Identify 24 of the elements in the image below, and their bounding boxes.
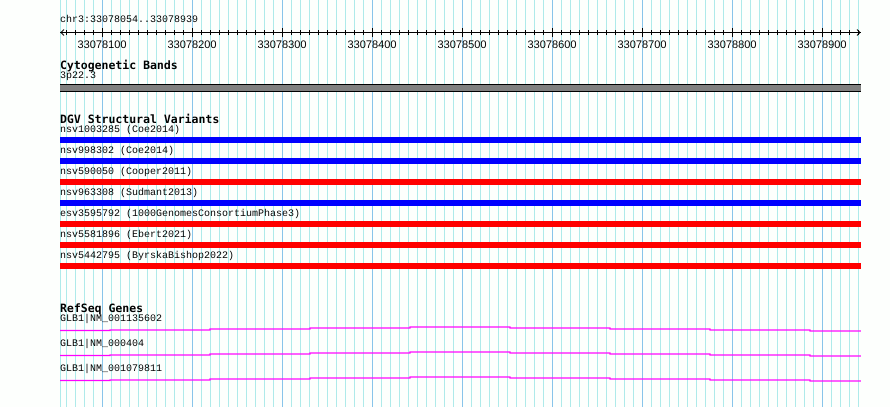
tick-label: 33078700 [618,39,666,51]
tick-label: 33078100 [78,39,126,51]
track-title: Cytogenetic Bands [60,59,178,71]
location-label: chr3:33078054..33078939 [60,15,198,27]
feature-label: esv3595792 (1000GenomesConsortiumPhase3) [60,209,300,221]
tick-label: 33078900 [798,39,846,51]
feature-label: nsv5442795 (ByrskaBishop2022) [60,251,234,263]
tick-label: 33078800 [708,39,756,51]
feature-label: nsv963308 (Sudmant2013) [60,188,198,200]
tick-label: 33078300 [258,39,306,51]
feature-label: nsv998302 (Coe2014) [60,146,174,158]
feature-label: nsv5581896 (Ebert2021) [60,230,192,242]
feature-label: 3p22.3 [60,71,96,83]
track-title: RefSeq Genes [60,302,144,314]
feature-label: GLB1|NM_001135602 [60,314,162,326]
tick-label: 33078200 [168,39,216,51]
tick-label: 33078500 [438,39,486,51]
feature-label: nsv590050 (Cooper2011) [60,167,192,179]
feature-label: GLB1|NM_001079811 [60,364,162,376]
feature-label: nsv1003285 (Coe2014) [60,125,180,137]
feature-label: GLB1|NM_000404 [60,339,144,351]
tick-label: 33078400 [348,39,396,51]
tick-label: 33078600 [528,39,576,51]
track-title: DGV Structural Variants [60,113,220,125]
